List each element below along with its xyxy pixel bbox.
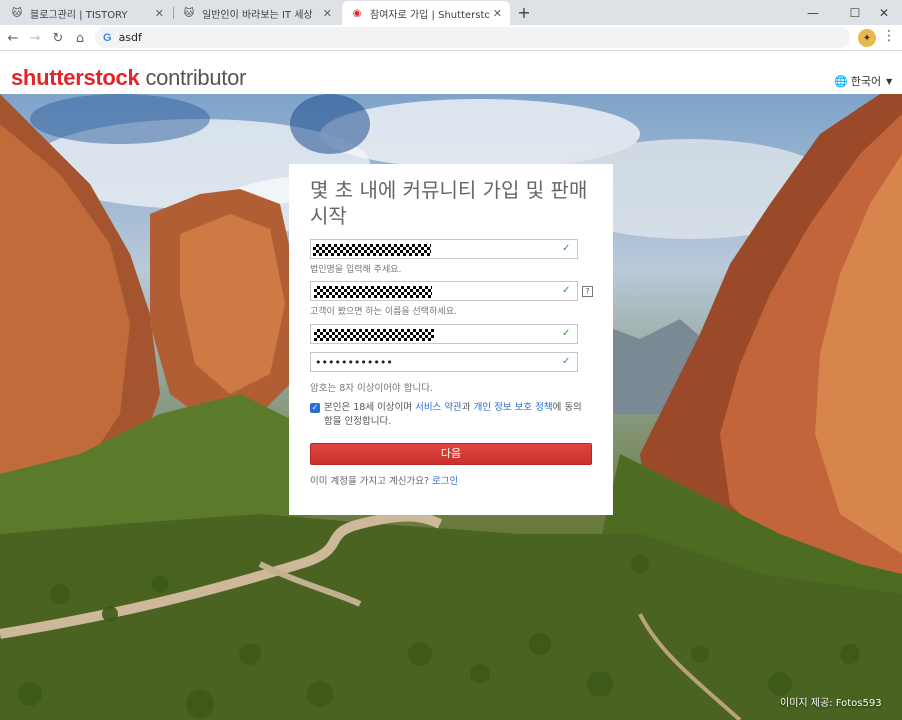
new-tab-button[interactable]: +	[514, 3, 534, 22]
close-window-icon[interactable]: ✕	[866, 0, 902, 25]
redacted-value	[314, 329, 434, 341]
tistory-favicon-icon: 🐱	[11, 7, 23, 19]
signup-card: 몇 초 내에 커뮤니티 가입 및 판매 시작 ✓ 법인명을 입력해 주세요. ✓…	[289, 164, 613, 515]
close-tab-icon[interactable]: ✕	[323, 7, 332, 20]
globe-icon: 🌐	[834, 74, 848, 88]
check-icon: ✓	[562, 285, 571, 296]
display-name-field[interactable]: ✓	[310, 281, 578, 301]
language-label: 한국어	[850, 75, 882, 88]
google-search-icon: G	[103, 31, 112, 44]
agree-text-pre: 본인은 18세 이상이며	[324, 402, 416, 413]
login-prompt-text: 이미 계정을 가지고 계신가요?	[310, 476, 433, 487]
check-icon: ✓	[562, 328, 571, 339]
site-header: shutterstock contributor 🌐 한국어 ▼	[0, 52, 902, 94]
extension-icon[interactable]: ✦	[858, 29, 876, 47]
next-button[interactable]: 다음	[310, 443, 592, 465]
login-prompt: 이미 계정을 가지고 계신가요? 로그인	[310, 473, 458, 487]
redacted-value	[314, 286, 432, 298]
tab-title: 블로그관리 | TISTORY	[30, 9, 128, 21]
close-tab-icon[interactable]: ✕	[493, 7, 502, 20]
image-credit: 이미지 제공: Fotos593	[780, 698, 882, 709]
display-name-hint: 고객이 봤으면 하는 이름을 선택하세요.	[310, 307, 457, 317]
tab-title: 참여자로 가입 | Shutterstock	[370, 9, 489, 21]
email-field[interactable]: ✓	[310, 324, 578, 344]
reload-icon[interactable]: ↻	[48, 28, 68, 48]
browser-menu-icon[interactable]: ⋮	[882, 28, 896, 48]
redacted-value	[313, 244, 431, 256]
shutterstock-favicon-icon: ◉	[352, 7, 362, 19]
privacy-policy-link[interactable]: 개인 정보 보호 정책	[474, 402, 553, 413]
shutterstock-contributor-logo[interactable]: shutterstock contributor	[11, 65, 246, 91]
login-link[interactable]: 로그인	[432, 476, 458, 487]
address-text: asdf	[118, 31, 142, 44]
browser-tab-shutterstock[interactable]: ◉ 참여자로 가입 | Shutterstock ✕	[342, 1, 510, 25]
help-icon[interactable]: ?	[582, 286, 593, 297]
password-requirement-note: 암호는 8자 이상이어야 합니다.	[310, 383, 434, 394]
back-icon[interactable]: ←	[3, 28, 23, 48]
minimize-icon[interactable]: —	[795, 0, 831, 25]
check-icon: ✓	[562, 243, 571, 254]
company-name-field[interactable]: ✓	[310, 239, 578, 259]
language-selector[interactable]: 🌐 한국어 ▼	[834, 73, 892, 89]
home-icon[interactable]: ⌂	[70, 28, 90, 48]
check-icon: ✓	[562, 356, 571, 367]
agree-text-and: 과	[461, 402, 474, 413]
close-tab-icon[interactable]: ✕	[155, 7, 164, 20]
agree-checkbox[interactable]: ✓	[310, 403, 320, 413]
browser-tab-it-world[interactable]: 🐱 일반인이 바라보는 IT 세상 ✕	[174, 1, 340, 25]
caret-down-icon: ▼	[886, 76, 893, 86]
browser-toolbar: ← → ↻ ⌂ G asdf ✦ ⋮	[0, 25, 902, 51]
signup-heading: 몇 초 내에 커뮤니티 가입 및 판매 시작	[310, 178, 588, 228]
password-input[interactable]	[311, 353, 577, 371]
logo-sub: contributor	[145, 65, 247, 90]
logo-brand: shutterstock	[11, 65, 140, 90]
password-field[interactable]: ✓	[310, 352, 578, 372]
address-bar[interactable]: G asdf	[95, 27, 850, 48]
terms-of-service-link[interactable]: 서비스 약관	[415, 402, 462, 413]
company-name-hint: 법인명을 입력해 주세요.	[310, 265, 402, 275]
browser-tab-tistory[interactable]: 🐱 블로그관리 | TISTORY ✕	[2, 1, 172, 25]
terms-agreement: ✓ 본인은 18세 이상이며 서비스 약관과 개인 정보 보호 정책에 동의함을…	[310, 401, 590, 429]
browser-tab-strip: 🐱 블로그관리 | TISTORY ✕ 🐱 일반인이 바라보는 IT 세상 ✕ …	[0, 0, 902, 25]
blog-favicon-icon: 🐱	[183, 7, 195, 19]
tab-title: 일반인이 바라보는 IT 세상	[202, 9, 313, 21]
forward-icon[interactable]: →	[25, 28, 45, 48]
